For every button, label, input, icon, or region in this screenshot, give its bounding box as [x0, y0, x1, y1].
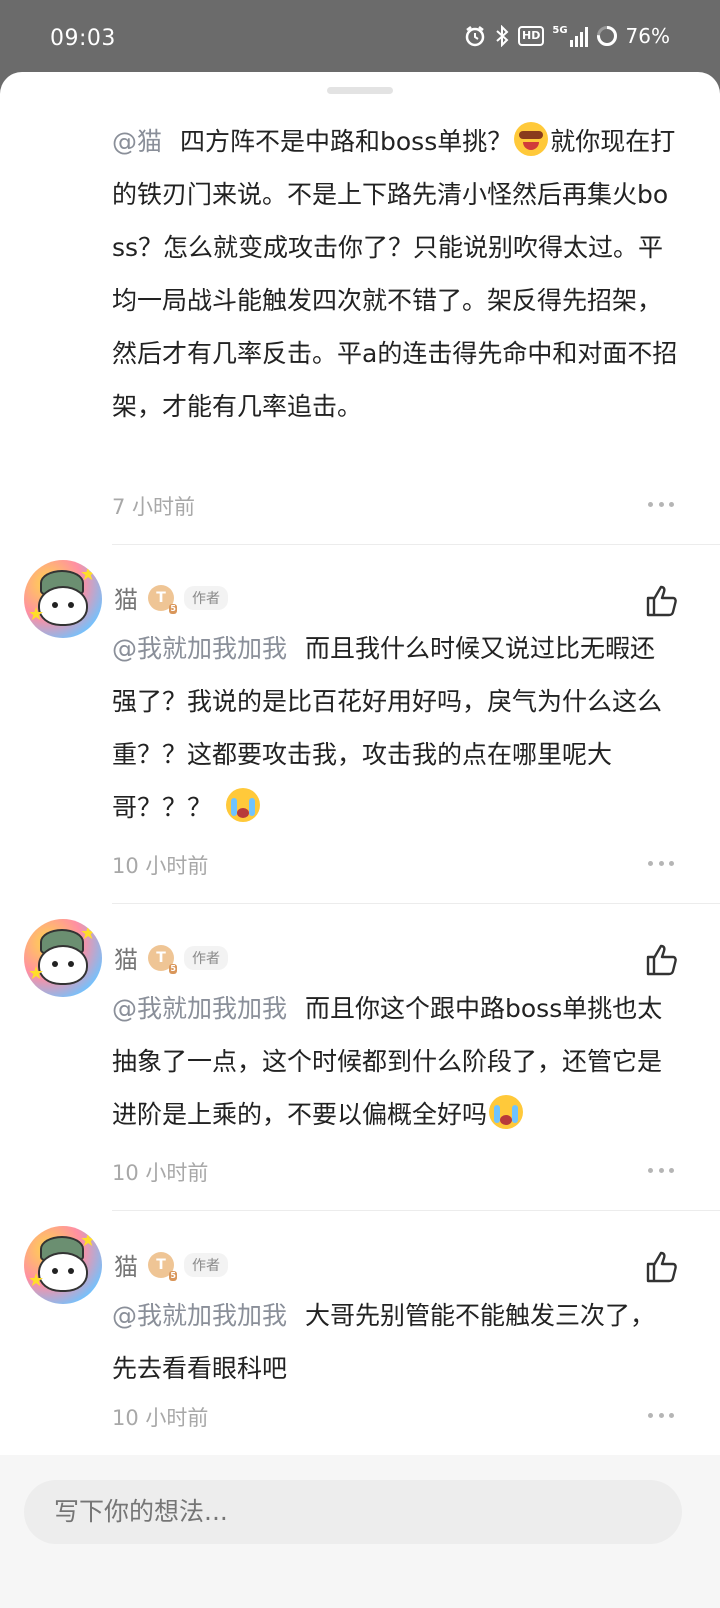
- mention-link[interactable]: @我就加我加我: [112, 634, 287, 663]
- bluetooth-icon: [494, 25, 510, 47]
- level-badge: T5: [148, 944, 177, 974]
- author-name[interactable]: 猫: [114, 580, 138, 615]
- author-tag: 作者: [184, 1252, 228, 1277]
- author-row: 猫 T5 作者: [114, 940, 228, 975]
- divider: [112, 1210, 720, 1211]
- crying-face-emoji-icon: [489, 1095, 524, 1129]
- comment-text: @我就加我加我 而且我什么时候又说过比无暇还强了？我说的是比百花好用好吗，戾气为什…: [112, 634, 663, 822]
- grinning-face-emoji-icon: [514, 122, 549, 156]
- thumbs-up-icon[interactable]: [644, 942, 680, 978]
- status-icons: HD 5G 76%: [464, 24, 670, 48]
- author-tag: 作者: [184, 945, 228, 970]
- comment-time: 10 小时前: [112, 1161, 209, 1185]
- mention-link[interactable]: @猫: [112, 127, 162, 156]
- level-badge: T5: [148, 584, 177, 614]
- more-options-icon[interactable]: [648, 500, 674, 508]
- network-type-label: 5G: [552, 24, 568, 36]
- avatar[interactable]: ★ ★: [24, 919, 102, 997]
- status-bar: 09:03 HD 5G 76%: [0, 0, 720, 82]
- cellular-signal-icon: 5G: [552, 24, 588, 47]
- thumbs-up-icon[interactable]: [644, 583, 680, 619]
- avatar[interactable]: ★ ★: [24, 560, 102, 638]
- divider: [112, 903, 720, 904]
- mention-link[interactable]: @我就加我加我: [112, 1301, 287, 1330]
- author-name[interactable]: 猫: [114, 1247, 138, 1282]
- author-row: 猫 T5 作者: [114, 1247, 228, 1282]
- battery-ring-icon: [596, 25, 618, 47]
- comment-input-bar: [0, 1455, 720, 1608]
- sheet-drag-handle[interactable]: [327, 87, 393, 94]
- comment-input[interactable]: [24, 1480, 682, 1544]
- comment-text: @猫 四方阵不是中路和boss单挑？ 就你现在打的铁刃门来说。不是上下路先清小怪然后…: [112, 115, 680, 433]
- comment-time: 7 小时前: [112, 495, 196, 519]
- status-time: 09:03: [50, 26, 116, 51]
- alarm-icon: [464, 25, 486, 47]
- mention-link[interactable]: @我就加我加我: [112, 994, 287, 1023]
- crying-face-emoji-icon: [226, 788, 261, 822]
- comment-time: 10 小时前: [112, 854, 209, 878]
- hd-icon: HD: [518, 26, 545, 46]
- more-options-icon[interactable]: [648, 1166, 674, 1174]
- level-badge: T5: [148, 1251, 177, 1281]
- thumbs-up-icon[interactable]: [644, 1249, 680, 1285]
- battery-percentage: 76%: [625, 24, 670, 48]
- more-options-icon[interactable]: [648, 859, 674, 867]
- author-tag: 作者: [184, 585, 228, 610]
- comment-text: @我就加我加我 大哥先别管能不能触发三次了，先去看看眼科吧: [112, 1301, 656, 1383]
- author-row: 猫 T5 作者: [114, 580, 228, 615]
- comment-time: 10 小时前: [112, 1406, 209, 1430]
- comments-sheet: @猫 四方阵不是中路和boss单挑？ 就你现在打的铁刃门来说。不是上下路先清小怪然后…: [0, 72, 720, 1608]
- comment-text: @我就加我加我 而且你这个跟中路boss单挑也太抽象了一点，这个时候都到什么阶段了…: [112, 994, 663, 1129]
- author-name[interactable]: 猫: [114, 940, 138, 975]
- avatar[interactable]: ★ ★: [24, 1226, 102, 1304]
- divider: [112, 544, 720, 545]
- more-options-icon[interactable]: [648, 1411, 674, 1419]
